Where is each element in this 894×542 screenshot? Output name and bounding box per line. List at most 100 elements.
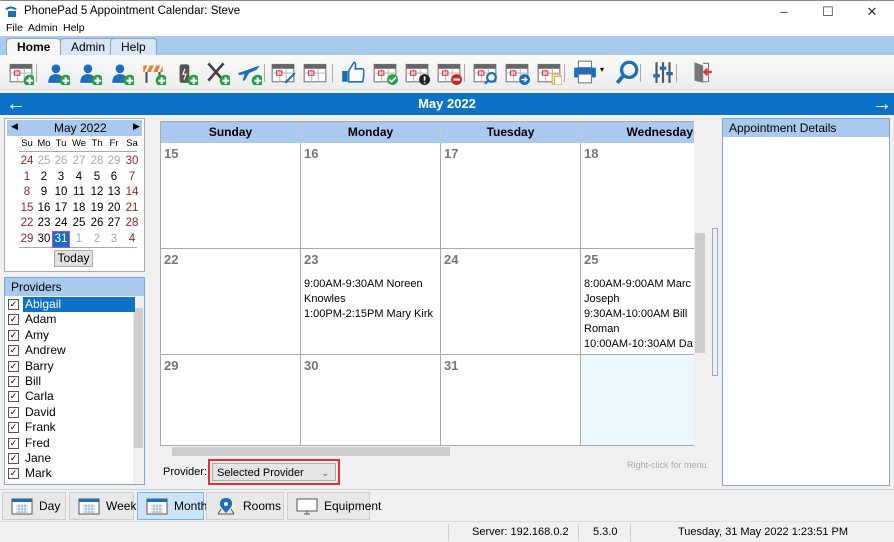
cancel-appointment-icon[interactable] (436, 59, 462, 85)
mini-calendar-day[interactable]: 29 (19, 232, 35, 247)
mini-calendar-day[interactable]: 27 (71, 154, 87, 169)
provider-checkbox[interactable]: ✓ (8, 376, 19, 387)
provider-item[interactable]: ✓ Adam (8, 312, 135, 327)
provider-checkbox[interactable]: ✓ (8, 299, 19, 310)
calendar-day-cell[interactable]: 23 9:00AM-9:30AM Noreen Knowles 1:00PM-2:… (301, 249, 441, 355)
mini-next-month-icon[interactable]: ▶ (133, 121, 140, 132)
add-staff-icon[interactable] (76, 59, 104, 87)
menu-help[interactable]: Help (63, 22, 85, 34)
mini-calendar-day[interactable]: 17 (53, 201, 69, 216)
calendar-day-cell[interactable]: 25 8:00AM-9:00AM Marc Joseph 9:30AM-10:00… (581, 249, 694, 355)
mini-calendar-day[interactable]: 1 (71, 232, 87, 247)
calendar-day-cell[interactable]: 18 (581, 143, 694, 249)
find-appointment-icon[interactable] (472, 59, 498, 85)
add-group-icon[interactable] (108, 59, 136, 87)
copy-appointment-icon[interactable] (536, 59, 563, 86)
mini-calendar-day[interactable]: 4 (124, 232, 140, 247)
menu-file[interactable]: File (6, 22, 23, 34)
panel-splitter[interactable] (712, 228, 718, 376)
calendar-vertical-scroll-thumb[interactable] (695, 233, 705, 353)
mini-calendar-day[interactable]: 11 (71, 185, 87, 200)
provider-item[interactable]: ✓ Bill (8, 374, 135, 389)
mini-calendar-day[interactable]: 24 (53, 216, 69, 231)
mini-calendar-day[interactable]: 4 (71, 170, 87, 185)
mini-calendar-day[interactable]: 28 (124, 216, 140, 231)
calendar-day-cell[interactable]: 24 (441, 249, 581, 355)
calendar-day-cell[interactable] (581, 355, 694, 445)
provider-item[interactable]: ✓ Mark (8, 466, 135, 481)
tab-help[interactable]: Help (110, 38, 157, 55)
calendar-day-cell[interactable]: 31 (441, 355, 581, 445)
appointment-list[interactable]: 9:00AM-9:30AM Noreen Knowles 1:00PM-2:15… (304, 277, 439, 322)
mini-calendar-day[interactable]: 2 (89, 232, 105, 247)
close-button[interactable]: ✕ (850, 1, 894, 23)
mini-calendar-day[interactable]: 2 (36, 170, 52, 185)
add-travel-icon[interactable] (236, 59, 264, 87)
mini-calendar-day[interactable]: 30 (124, 154, 140, 169)
mini-calendar-day[interactable]: 25 (71, 216, 87, 231)
mini-calendar-day[interactable]: 28 (89, 154, 105, 169)
provider-item[interactable]: ✓ Fred (8, 436, 135, 451)
mini-calendar-day[interactable]: 7 (124, 170, 140, 185)
mini-calendar-day[interactable]: 9 (36, 185, 52, 200)
add-equipment-icon[interactable] (172, 59, 200, 87)
provider-item[interactable]: ✓ Barry (8, 359, 135, 374)
provider-checkbox[interactable]: ✓ (8, 329, 19, 341)
new-appointment-icon[interactable] (8, 59, 36, 87)
print-icon[interactable] (572, 59, 598, 85)
view-appointment-icon[interactable] (302, 59, 328, 85)
mini-calendar-day[interactable]: 12 (89, 185, 105, 200)
mini-calendar-day[interactable]: 31 (52, 230, 70, 248)
mini-calendar-day[interactable]: 26 (89, 216, 105, 231)
mini-calendar-day[interactable]: 3 (53, 170, 69, 185)
search-icon[interactable] (614, 59, 640, 85)
mini-calendar-day[interactable]: 29 (106, 154, 122, 169)
mini-calendar-day[interactable]: 13 (106, 185, 122, 200)
mini-calendar-day[interactable]: 23 (36, 216, 52, 231)
mini-calendar-day[interactable]: 26 (53, 154, 69, 169)
confirm-appointment-icon[interactable] (372, 59, 398, 85)
calendar-day-cell[interactable]: 15 (161, 143, 301, 249)
mini-calendar-day[interactable]: 25 (36, 154, 52, 169)
view-button-month[interactable]: Month (137, 492, 207, 520)
print-dropdown-icon[interactable]: ▾ (600, 65, 608, 74)
provider-checkbox[interactable]: ✓ (8, 422, 19, 434)
mini-calendar-day[interactable]: 8 (19, 185, 35, 200)
provider-item[interactable]: ✓ Carla (8, 389, 135, 404)
provider-item[interactable]: ✓ Andrew (8, 343, 135, 358)
mini-calendar-day[interactable]: 21 (124, 201, 140, 216)
view-button-equipment[interactable]: Equipment (287, 492, 381, 520)
mini-calendar-day[interactable]: 16 (36, 201, 52, 216)
view-button-rooms[interactable]: Rooms (206, 492, 284, 520)
maximize-button[interactable]: ☐ (806, 1, 850, 23)
edit-appointment-icon[interactable] (270, 59, 296, 85)
add-lunch-icon[interactable] (204, 59, 232, 87)
mini-calendar-day[interactable]: 1 (19, 170, 35, 185)
mini-calendar-day[interactable]: 6 (106, 170, 122, 185)
provider-checkbox[interactable]: ✓ (8, 406, 19, 418)
add-blocked-time-icon[interactable] (140, 59, 168, 87)
appointment-list[interactable]: 8:00AM-9:00AM Marc Joseph 9:30AM-10:00AM… (584, 277, 694, 352)
today-button[interactable]: Today (54, 250, 93, 267)
view-button-week[interactable]: Week (69, 492, 136, 520)
provider-item[interactable]: ✓ Abigail (8, 297, 135, 312)
provider-checkbox[interactable]: ✓ (8, 453, 19, 464)
mini-calendar-day[interactable]: 14 (124, 185, 140, 200)
tab-home[interactable]: Home (6, 38, 62, 56)
mini-calendar-day[interactable]: 22 (19, 216, 35, 231)
calendar-horizontal-scroll-thumb[interactable] (172, 447, 450, 456)
calendar-day-cell[interactable]: 17 (441, 143, 581, 249)
menu-admin[interactable]: Admin (28, 22, 58, 34)
thumbs-up-icon[interactable] (340, 59, 366, 85)
provider-filter-select[interactable]: Selected Provider ⌄ (208, 459, 340, 485)
settings-sliders-icon[interactable] (650, 59, 676, 85)
calendar-day-cell[interactable]: 30 (301, 355, 441, 445)
mini-calendar-day[interactable]: 19 (89, 201, 105, 216)
mini-calendar-day[interactable]: 15 (19, 201, 35, 216)
provider-checkbox[interactable]: ✓ (8, 437, 19, 449)
mini-calendar-day[interactable]: 20 (106, 201, 122, 216)
move-appointment-icon[interactable] (504, 59, 530, 85)
provider-item[interactable]: ✓ Amy (8, 328, 135, 343)
add-user-icon[interactable] (44, 59, 72, 87)
provider-checkbox[interactable]: ✓ (8, 314, 19, 326)
